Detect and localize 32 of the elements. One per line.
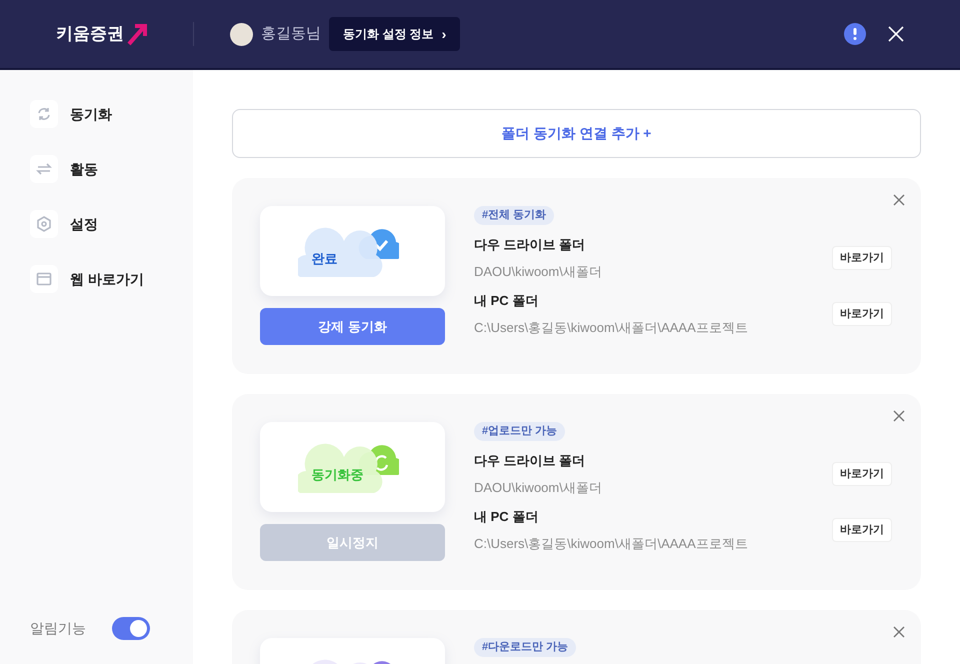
sync-mode-tag: #업로드만 가능 xyxy=(474,422,566,441)
shortcut-button[interactable]: 바로가기 xyxy=(832,302,892,326)
folder-path: C:\Users\홍길동\kiwoom\새폴더\AAAA프로젝트 xyxy=(474,318,749,336)
shortcut-button[interactable]: 바로가기 xyxy=(832,462,892,486)
user-name: 홍길동님 xyxy=(261,24,321,44)
alert-icon[interactable] xyxy=(844,23,866,45)
sync-mode-tag: #전체 동기화 xyxy=(474,206,554,225)
shortcut-button[interactable]: 바로가기 xyxy=(832,246,892,270)
status-label: 동기화중 xyxy=(312,466,364,484)
force-sync-button[interactable]: 강제 동기화 xyxy=(260,308,445,345)
notification-label: 알림기능 xyxy=(30,619,86,638)
notification-toggle[interactable] xyxy=(112,617,150,640)
folder-path: DAOU\kiwoom\새폴더 xyxy=(474,478,603,496)
add-folder-sync-button[interactable]: 폴더 동기화 연결 추가 + xyxy=(232,109,921,158)
avatar xyxy=(230,22,253,46)
folder-title: 내 PC 폴더 xyxy=(474,508,540,526)
sync-settings-button[interactable]: 동기화 설정 정보 › xyxy=(329,17,460,51)
logo-arrow-icon xyxy=(126,22,148,46)
status-label: 완료 xyxy=(312,250,338,268)
folder-title: 다우 드라이브 폴더 xyxy=(474,452,586,470)
folder-title: 내 PC 폴더 xyxy=(474,292,540,310)
folder-path: C:\Users\홍길동\kiwoom\새폴더\AAAA프로젝트 xyxy=(474,534,749,552)
sidebar-item[interactable]: 동기화 xyxy=(30,100,193,128)
hexagon-icon xyxy=(34,214,54,234)
logo-text: 키움증권 xyxy=(56,23,124,46)
folder-path: DAOU\kiwoom\새폴더 xyxy=(474,262,603,280)
sidebar-item[interactable]: 활동 xyxy=(30,155,193,183)
sidebar-item[interactable]: 웹 바로가기 xyxy=(30,265,193,293)
sidebar-item[interactable]: 설정 xyxy=(30,210,193,238)
folder-title: 다우 드라이브 폴더 xyxy=(474,236,586,254)
shortcut-button[interactable]: 바로가기 xyxy=(832,518,892,542)
sync-mode-tag: #다운로드만 가능 xyxy=(474,638,576,657)
